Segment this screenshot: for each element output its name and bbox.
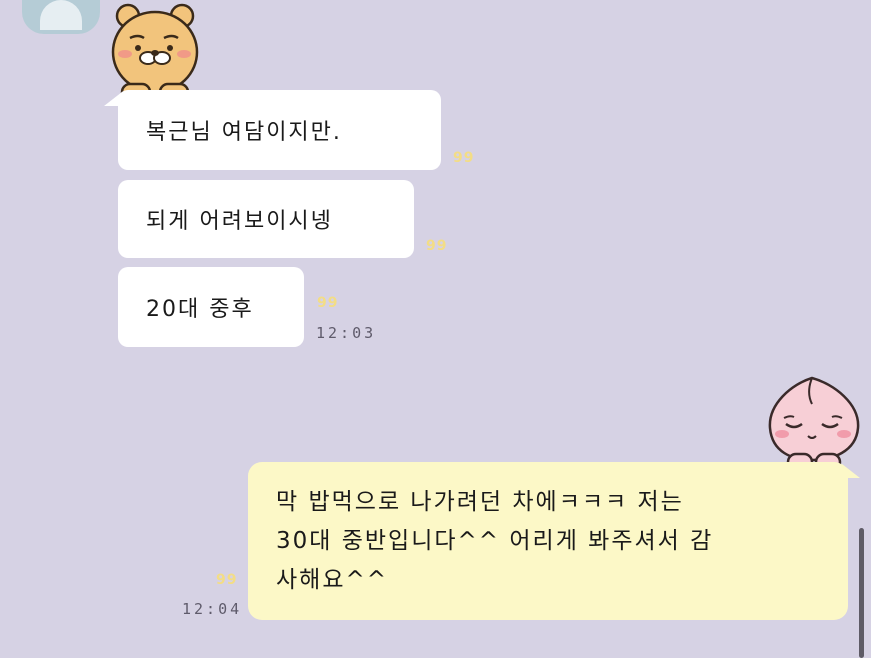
outgoing-message-bubble[interactable]: 막 밥먹으로 나가려던 차에ㅋㅋㅋ 저는 30대 중반입니다^^ 어리게 봐주셔… — [248, 462, 848, 620]
unread-count: 99 — [426, 238, 448, 254]
message-text: 복근님 여담이지만. — [146, 120, 342, 145]
unread-count: 99 — [317, 295, 339, 311]
message-text-line: 막 밥먹으로 나가려던 차에ㅋㅋㅋ 저는 — [276, 488, 684, 515]
scrollbar[interactable] — [859, 528, 864, 658]
message-text-line: 사해요^^ — [276, 566, 389, 593]
message-text: 20대 중후 — [146, 297, 254, 322]
unread-count: 99 — [216, 572, 238, 588]
apeach-peach-sticker — [762, 374, 866, 474]
message-timestamp: 12:03 — [316, 324, 377, 342]
message-timestamp: 12:04 — [182, 600, 243, 618]
avatar-figure-icon — [40, 0, 82, 30]
incoming-message-bubble[interactable]: 되게 어려보이시넹 — [118, 180, 414, 258]
message-text-line: 30대 중반입니다^^ 어리게 봐주셔서 감 — [276, 527, 714, 554]
incoming-message-bubble[interactable]: 20대 중후 — [118, 267, 304, 347]
message-text: 되게 어려보이시넹 — [146, 209, 333, 234]
incoming-message-bubble[interactable]: 복근님 여담이지만. — [118, 90, 441, 170]
unread-count: 99 — [453, 150, 475, 166]
sender-avatar[interactable] — [22, 0, 100, 34]
